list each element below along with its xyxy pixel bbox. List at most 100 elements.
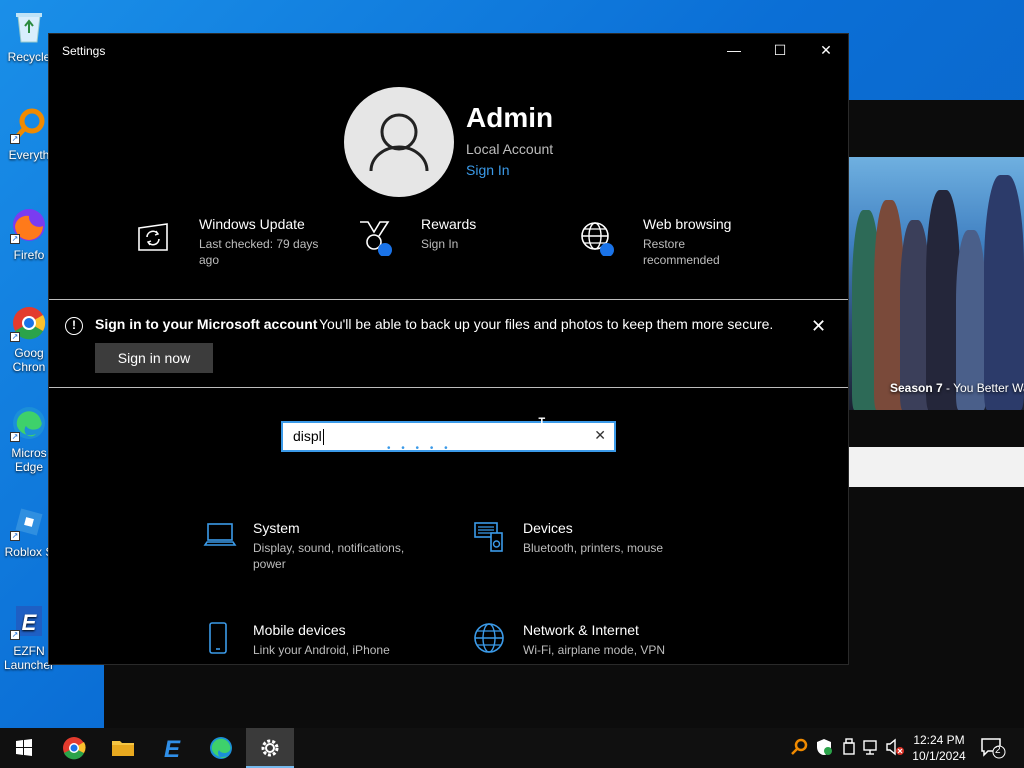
category-subtitle: Display, sound, notifications, power <box>253 541 405 571</box>
clock-time: 12:24 PM <box>913 733 965 747</box>
category-title: System <box>253 520 300 536</box>
quick-tile-subtitle: Last checked: 79 days ago <box>199 237 319 267</box>
banner-title: Sign in to your Microsoft account <box>95 316 318 332</box>
quick-tile-title: Windows Update <box>199 216 305 232</box>
browser-content-strip <box>848 447 1024 487</box>
sign-in-now-button[interactable]: Sign in now <box>95 343 213 373</box>
loading-dots: • • • • • <box>387 443 452 454</box>
clock-date: 10/1/2024 <box>912 749 966 763</box>
taskbar-edge[interactable] <box>197 728 245 768</box>
globe-icon <box>473 622 507 656</box>
ezfn-launcher-icon: E ↗ <box>10 602 48 640</box>
quick-tile-rewards[interactable]: Rewards Sign In <box>357 216 557 276</box>
shortcut-arrow-icon: ↗ <box>10 332 20 342</box>
tray-usb-icon[interactable] <box>840 738 858 759</box>
recycle-bin-icon <box>10 8 48 46</box>
devices-icon <box>473 520 507 554</box>
notification-count: 2 <box>995 745 1001 756</box>
laptop-icon <box>203 520 237 554</box>
shortcut-arrow-icon: ↗ <box>10 234 20 244</box>
person-icon <box>369 113 429 172</box>
edge-icon: ↗ <box>10 404 48 442</box>
user-name: Admin <box>466 102 554 133</box>
gear-icon <box>261 739 279 757</box>
background-browser-window[interactable]: Season 7 - You Better Wa <box>848 157 1024 487</box>
ezfn-launcher-icon: E <box>164 736 181 763</box>
quick-tile-subtitle: Restore recommended <box>643 237 720 267</box>
taskbar-chrome[interactable] <box>50 728 98 768</box>
chrome-icon <box>63 737 86 760</box>
category-title: Mobile devices <box>253 622 346 638</box>
text-caret <box>322 429 324 446</box>
microsoft-account-banner: ! Sign in to your Microsoft account You'… <box>49 299 848 388</box>
desktop-icon-label: Firefo <box>13 248 45 262</box>
notification-icon <box>981 738 1006 759</box>
tray-search-everything-icon[interactable] <box>790 738 808 759</box>
tray-network-icon[interactable] <box>862 738 880 759</box>
minimize-button[interactable]: — <box>711 34 757 66</box>
svg-text:E: E <box>164 736 181 763</box>
shortcut-arrow-icon: ↗ <box>10 630 20 640</box>
category-network-internet[interactable]: Network & Internet Wi-Fi, airplane mode,… <box>473 622 693 662</box>
shortcut-arrow-icon: ↗ <box>10 531 20 541</box>
category-mobile-devices[interactable]: Mobile devices Link your Android, iPhone <box>203 622 423 662</box>
chrome-icon: ↗ <box>10 304 48 342</box>
taskbar-file-explorer[interactable] <box>99 728 147 768</box>
tray-volume-muted-icon[interactable] <box>885 738 905 759</box>
category-system[interactable]: System Display, sound, notifications, pow… <box>203 520 423 571</box>
start-button[interactable] <box>0 728 48 768</box>
quick-tile-web-browsing[interactable]: Web browsing Restore recommended <box>579 216 779 276</box>
category-devices[interactable]: Devices Bluetooth, printers, mouse <box>473 520 693 570</box>
maximize-button[interactable]: ☐ <box>757 34 803 66</box>
taskbar-settings[interactable] <box>246 728 294 768</box>
quick-tile-windows-update[interactable]: Windows Update Last checked: 79 days ago <box>135 216 335 276</box>
taskbar-clock[interactable]: 12:24 PM 10/1/2024 <box>906 732 972 764</box>
firefox-icon: ↗ <box>10 206 48 244</box>
account-type: Local Account <box>466 141 554 157</box>
settings-window[interactable]: Settings — ☐ ✕ Admin Local Account Sign … <box>48 33 849 665</box>
user-avatar[interactable] <box>344 87 454 197</box>
shortcut-arrow-icon: ↗ <box>10 432 20 442</box>
settings-search-input[interactable]: displ • • • • • ✕ <box>281 421 616 454</box>
folder-icon <box>112 741 134 756</box>
rewards-medal-icon <box>357 220 393 257</box>
info-icon: ! <box>65 317 83 335</box>
action-center-button[interactable]: 2 <box>980 736 1006 760</box>
season-banner-image <box>848 157 1024 410</box>
svg-text:E: E <box>22 610 38 635</box>
windows-update-icon <box>135 220 171 256</box>
desktop-icon-label: Goog Chron <box>12 346 46 374</box>
desktop-icon-label: EZFN Launcher <box>3 644 55 672</box>
season-caption: Season 7 - You Better Wa <box>890 381 1024 395</box>
taskbar-ezfn-launcher[interactable]: E <box>148 728 196 768</box>
category-title: Devices <box>523 520 573 536</box>
search-value: displ <box>293 428 324 446</box>
quick-tile-title: Rewards <box>421 216 477 232</box>
edge-icon <box>210 737 232 759</box>
title-bar[interactable]: Settings — ☐ ✕ <box>49 34 848 66</box>
roblox-studio-icon: ↗ <box>10 503 48 541</box>
close-button[interactable]: ✕ <box>803 34 848 66</box>
window-title: Settings <box>62 44 106 58</box>
desktop-icon-label: Roblox S <box>4 545 54 559</box>
globe-icon <box>579 220 615 257</box>
search-clear-button[interactable]: ✕ <box>594 427 606 444</box>
banner-text: You'll be able to back up your files and… <box>319 316 774 332</box>
desktop-icon-label: Everyth <box>8 148 50 162</box>
category-title: Network & Internet <box>523 622 639 638</box>
phone-icon <box>203 622 237 656</box>
category-subtitle: Link your Android, iPhone <box>253 643 390 657</box>
quick-tile-title: Web browsing <box>643 216 732 232</box>
windows-logo-icon <box>16 739 32 756</box>
tray-security-shield-icon[interactable] <box>815 738 833 759</box>
desktop-icon-label: Recycle <box>7 50 51 64</box>
magnifier-icon: ↗ <box>10 106 48 144</box>
shortcut-arrow-icon: ↗ <box>10 134 20 144</box>
category-subtitle: Wi-Fi, airplane mode, VPN <box>523 643 666 657</box>
quick-tile-subtitle: Sign In <box>421 237 459 251</box>
banner-close-button[interactable]: ✕ <box>811 316 826 337</box>
mouse-ibeam-cursor: I <box>537 414 547 433</box>
category-subtitle: Bluetooth, printers, mouse <box>523 541 664 555</box>
sign-in-link[interactable]: Sign In <box>466 162 510 178</box>
desktop-icon-label: Micros Edge <box>11 446 47 474</box>
